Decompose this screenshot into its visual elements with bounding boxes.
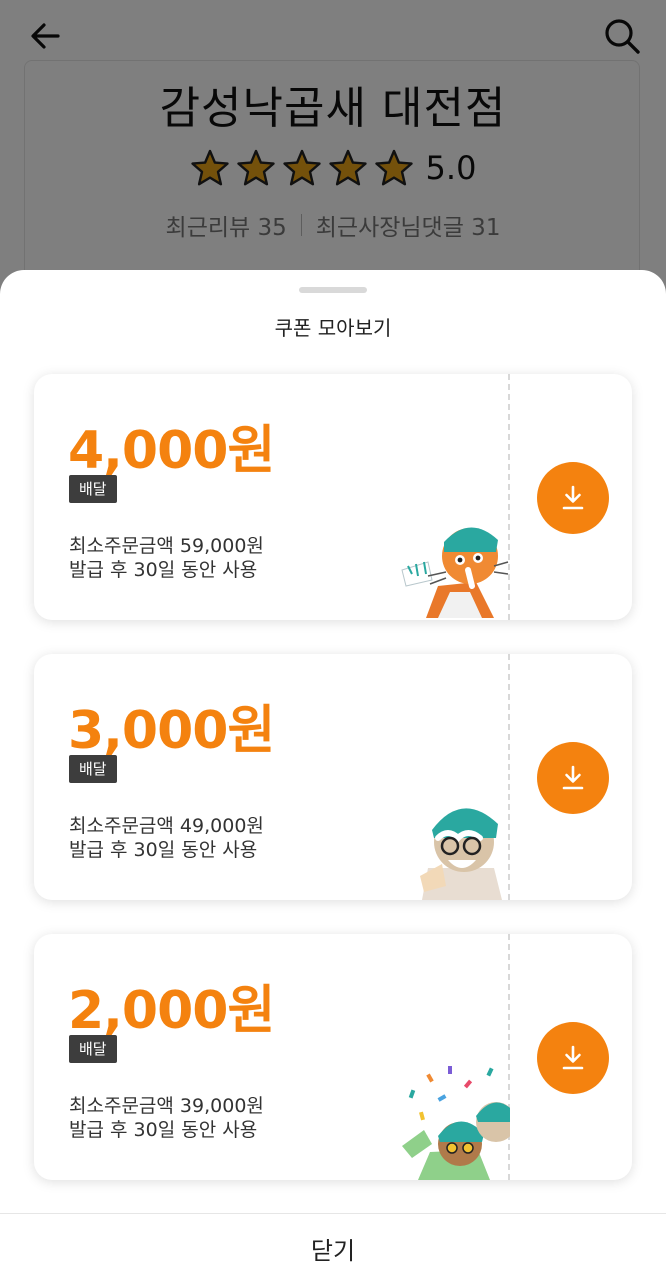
- download-icon: [562, 765, 584, 790]
- coupon-period: 발급 후 30일 동안 사용: [69, 839, 258, 861]
- coupon-min-order: 최소주문금액 49,000원: [69, 815, 264, 837]
- download-coupon-button[interactable]: [537, 462, 609, 534]
- coupon-period: 발급 후 30일 동안 사용: [69, 559, 258, 581]
- coupon-card: 2,000원 배달 최소주문금액 39,000원 발급 후 30일 동안 사용: [34, 934, 632, 1180]
- coupon-tag: 배달: [69, 475, 117, 503]
- grandpa-mascot-illustration: [420, 808, 502, 900]
- download-coupon-button[interactable]: [537, 1022, 609, 1094]
- sheet-title: 쿠폰 모아보기: [274, 316, 392, 340]
- download-icon: [562, 485, 584, 510]
- coupon-amount: 4,000원: [68, 421, 275, 481]
- coupon-card: 3,000원 배달 최소주문금액 49,000원 발급 후 30일 동안 사용: [34, 654, 632, 900]
- coupon-amount: 3,000원: [68, 701, 275, 761]
- coupon-tag: 배달: [69, 755, 117, 783]
- coupon-sheet: 쿠폰 모아보기 4,000원 배달 최소주문금액 59,000원 발급 후 30…: [0, 270, 666, 1283]
- download-coupon-button[interactable]: [537, 742, 609, 814]
- coupon-min-order: 최소주문금액 39,000원: [69, 1095, 264, 1117]
- close-button[interactable]: 닫기: [0, 1214, 666, 1283]
- coupon-card: 4,000원 배달 최소주문금액 59,000원 발급 후 30일 동안 사용: [34, 374, 632, 620]
- sheet-drag-handle[interactable]: [299, 287, 367, 293]
- celebration-mascot-illustration: [402, 1066, 510, 1180]
- coupon-amount: 2,000원: [68, 981, 275, 1041]
- coupon-min-order: 최소주문금액 59,000원: [69, 535, 264, 557]
- download-icon: [562, 1045, 584, 1070]
- cat-mascot-illustration: [401, 527, 509, 618]
- coupon-period: 발급 후 30일 동안 사용: [69, 1119, 258, 1141]
- coupon-tag: 배달: [69, 1035, 117, 1063]
